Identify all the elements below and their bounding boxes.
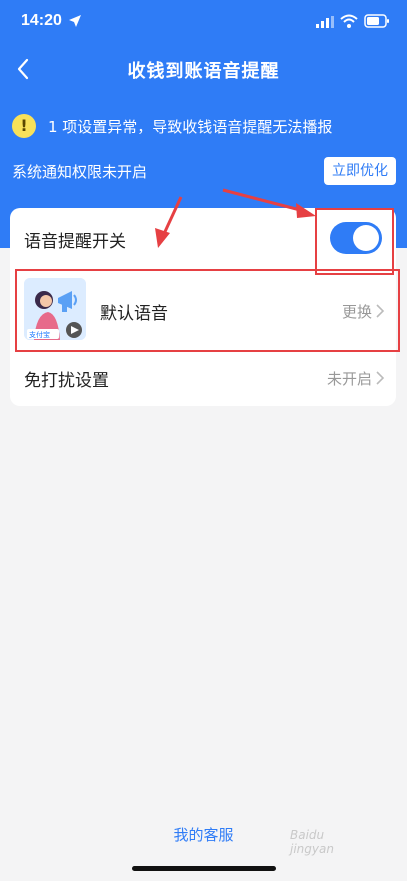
baidu-watermark: Baidu jingyan <box>290 828 402 868</box>
annotation-arrows <box>155 188 316 248</box>
watermark-line1: Baidu <box>290 828 325 842</box>
watermark-line2: jingyan <box>290 842 334 856</box>
home-indicator <box>132 866 276 871</box>
